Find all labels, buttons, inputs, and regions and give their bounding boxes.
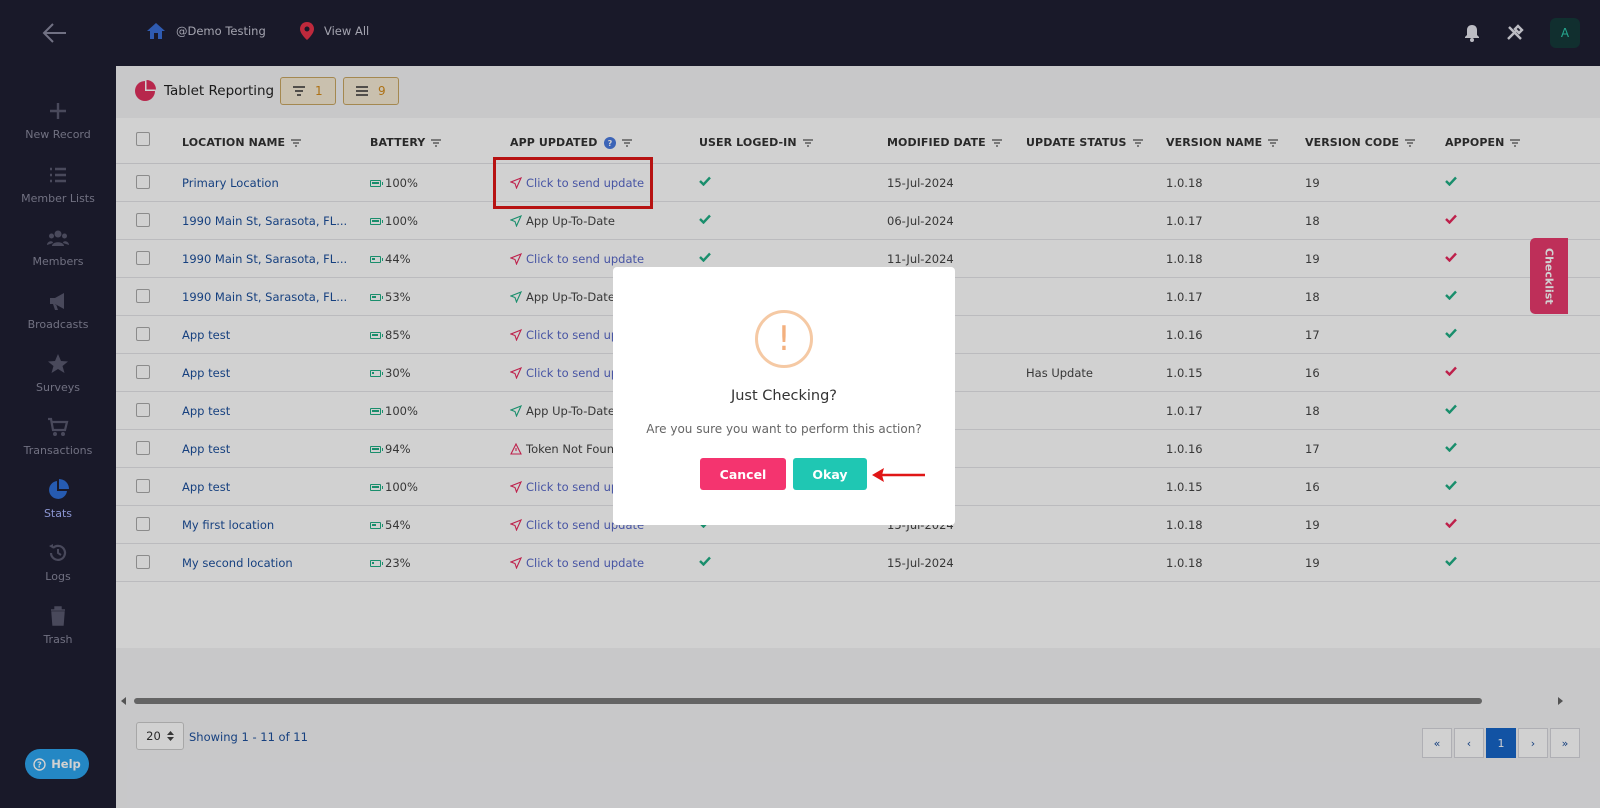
okay-button[interactable]: Okay — [793, 458, 867, 490]
dialog-title: Just Checking? — [730, 388, 838, 404]
arrow-annotation-icon — [872, 468, 925, 482]
warning-icon: ! — [755, 310, 813, 368]
dialog-message: Are you sure you want to perform this ac… — [646, 422, 922, 436]
cancel-button[interactable]: Cancel — [700, 458, 786, 490]
confirm-dialog: ! Just Checking? Are you sure you want t… — [613, 267, 955, 525]
